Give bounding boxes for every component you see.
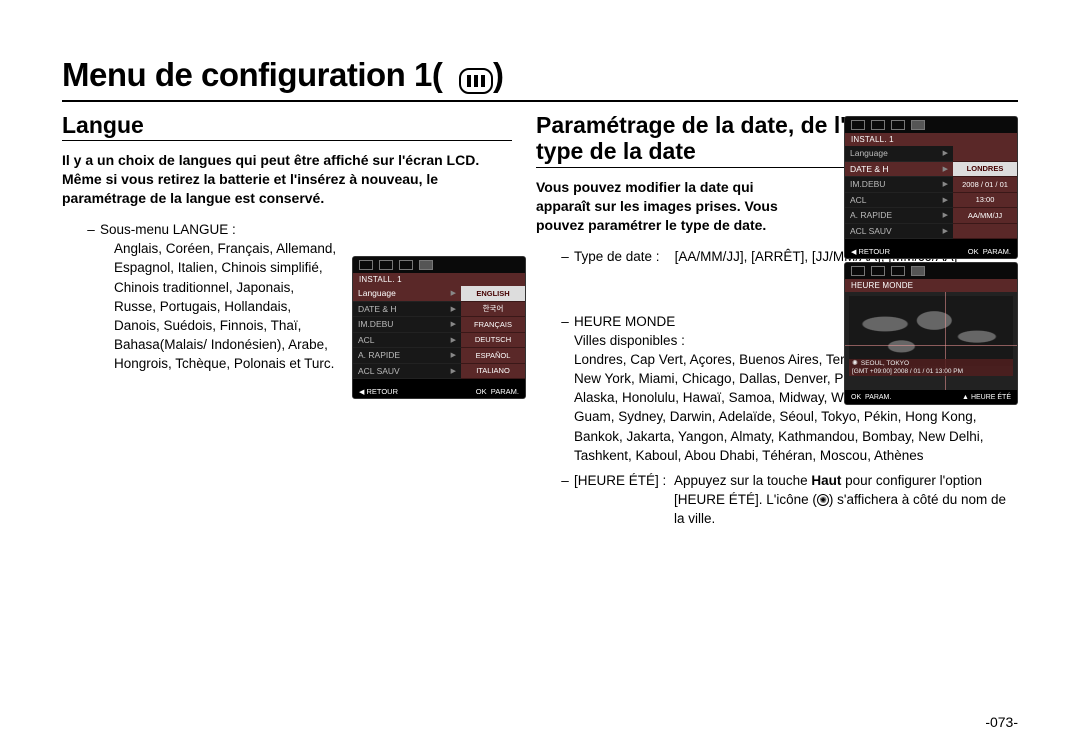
dst-row: – [HEURE ÉTÉ] : Appuyez sur la touche Ha…	[536, 471, 1018, 528]
lcd-menu-item: A. RAPIDE	[358, 350, 400, 360]
lcd-footer-left: RETOUR	[366, 387, 398, 396]
lcd-menu-value: 2008 / 01 / 01	[953, 177, 1017, 193]
lcd-header: HEURE MONDE	[845, 279, 1017, 292]
world-sub: Villes disponibles :	[574, 331, 824, 350]
lcd-menu-value	[953, 146, 1017, 162]
lcd-menu-value: ESPAÑOL	[461, 348, 525, 364]
lcd-menu-value	[953, 224, 1017, 240]
lcd-menu-item: A. RAPIDE	[850, 210, 892, 220]
langue-list-lead: Sous-menu LANGUE :	[100, 220, 512, 239]
dst-desc-haut: Haut	[811, 473, 841, 488]
lcd-menu-item: ACL	[358, 335, 375, 345]
dash-icon: –	[556, 247, 574, 266]
lcd-world-gmt: [GMT +09:00] 2008 / 01 / 01 13:00 PM	[852, 368, 1010, 375]
lcd-menu-value: 13:00	[953, 193, 1017, 209]
lcd-menu-value: FRANÇAIS	[461, 317, 525, 333]
lcd-menu-item: ACL SAUV	[850, 226, 892, 236]
lcd-menu-value: DEUTSCH	[461, 333, 525, 349]
lcd-header: INSTALL. 1	[353, 273, 525, 286]
lcd-screenshot-langue: INSTALL. 1 Language▶ENGLISH DATE & H▶한국어…	[352, 256, 526, 399]
settings-tab-icon	[911, 266, 925, 276]
lcd-menu-value: ITALIANO	[461, 364, 525, 380]
lcd-menu-item: Language	[850, 148, 888, 158]
lcd-footer-ok: OK	[968, 247, 979, 256]
lcd-footer-right: PARAM.	[865, 394, 891, 401]
up-arrow-icon: ▲	[962, 394, 969, 401]
lcd-menu-item: DATE & H	[358, 304, 397, 314]
date-intro: Vous pouvez modifier la date qui apparaî…	[536, 178, 796, 235]
lcd-menu-value: 한국어	[461, 302, 525, 318]
settings-tab-icon	[911, 120, 925, 130]
lcd-menu-value: LONDRES	[953, 162, 1017, 178]
langue-intro: Il y a un choix de langues qui peut être…	[62, 151, 512, 208]
lcd-screenshot-world: HEURE MONDE ✺SEOUL, TOKYO [GMT +09:00] 2…	[844, 262, 1018, 405]
heading-langue: Langue	[62, 112, 512, 141]
page-title-text-1: Menu de configuration 1(	[62, 56, 442, 93]
dst-desc: Appuyez sur la touche Haut pour configur…	[674, 471, 1018, 528]
lcd-topbar	[845, 263, 1017, 279]
lcd-menu-item: IM.DEBU	[358, 319, 393, 329]
lcd-screenshot-date: INSTALL. 1 Language▶ DATE & H▶LONDRES IM…	[844, 116, 1018, 259]
dash-icon: –	[82, 220, 100, 373]
crosshair-h	[845, 345, 1017, 346]
world-map-icon	[849, 296, 1013, 366]
lcd-topbar	[845, 117, 1017, 133]
lcd-menu-item: DATE & H	[850, 164, 889, 174]
lcd-menu-item: ACL	[850, 195, 867, 205]
lcd-footer-right: PARAM.	[491, 387, 519, 396]
lcd-footer-ok: OK	[851, 394, 861, 401]
page-title-text-2: )	[493, 56, 504, 93]
langue-list-body: Anglais, Coréen, Français, Allemand, Esp…	[100, 239, 338, 373]
dst-term: [HEURE ÉTÉ] :	[574, 471, 674, 528]
lcd-menu-item: ACL SAUV	[358, 366, 400, 376]
left-arrow-icon: ◀	[851, 249, 856, 256]
lcd-header: INSTALL. 1	[845, 133, 1017, 146]
dst-desc-1: Appuyez sur la touche	[674, 473, 811, 488]
lcd-topbar	[353, 257, 525, 273]
page-title: Menu de configuration 1( )	[62, 56, 504, 94]
lcd-world-city: SEOUL, TOKYO	[861, 360, 909, 367]
sun-icon	[817, 494, 829, 506]
lcd-footer-dst: HEURE ÉTÉ	[971, 394, 1011, 401]
page-title-row: Menu de configuration 1( )	[62, 56, 1018, 102]
lcd-menu-item: Language	[358, 288, 396, 298]
settings-icon	[459, 68, 493, 94]
world-lead: HEURE MONDE	[574, 312, 824, 331]
lcd-footer-left: RETOUR	[858, 247, 890, 256]
lcd-menu-value: AA/MM/JJ	[953, 208, 1017, 224]
lcd-menu-value: ENGLISH	[461, 286, 525, 302]
page-number: -073-	[0, 714, 1018, 730]
dash-icon: –	[556, 471, 574, 528]
lcd-footer-ok: OK	[476, 387, 487, 396]
col-date: Paramétrage de la date, de l'heure et du…	[536, 112, 1018, 528]
lcd-menu-item: IM.DEBU	[850, 179, 885, 189]
dash-icon: –	[556, 312, 574, 465]
date-type-lead: Type de date :	[574, 249, 660, 264]
settings-tab-icon	[419, 260, 433, 270]
lcd-footer-right: PARAM.	[983, 247, 1011, 256]
left-arrow-icon: ◀	[359, 389, 364, 396]
